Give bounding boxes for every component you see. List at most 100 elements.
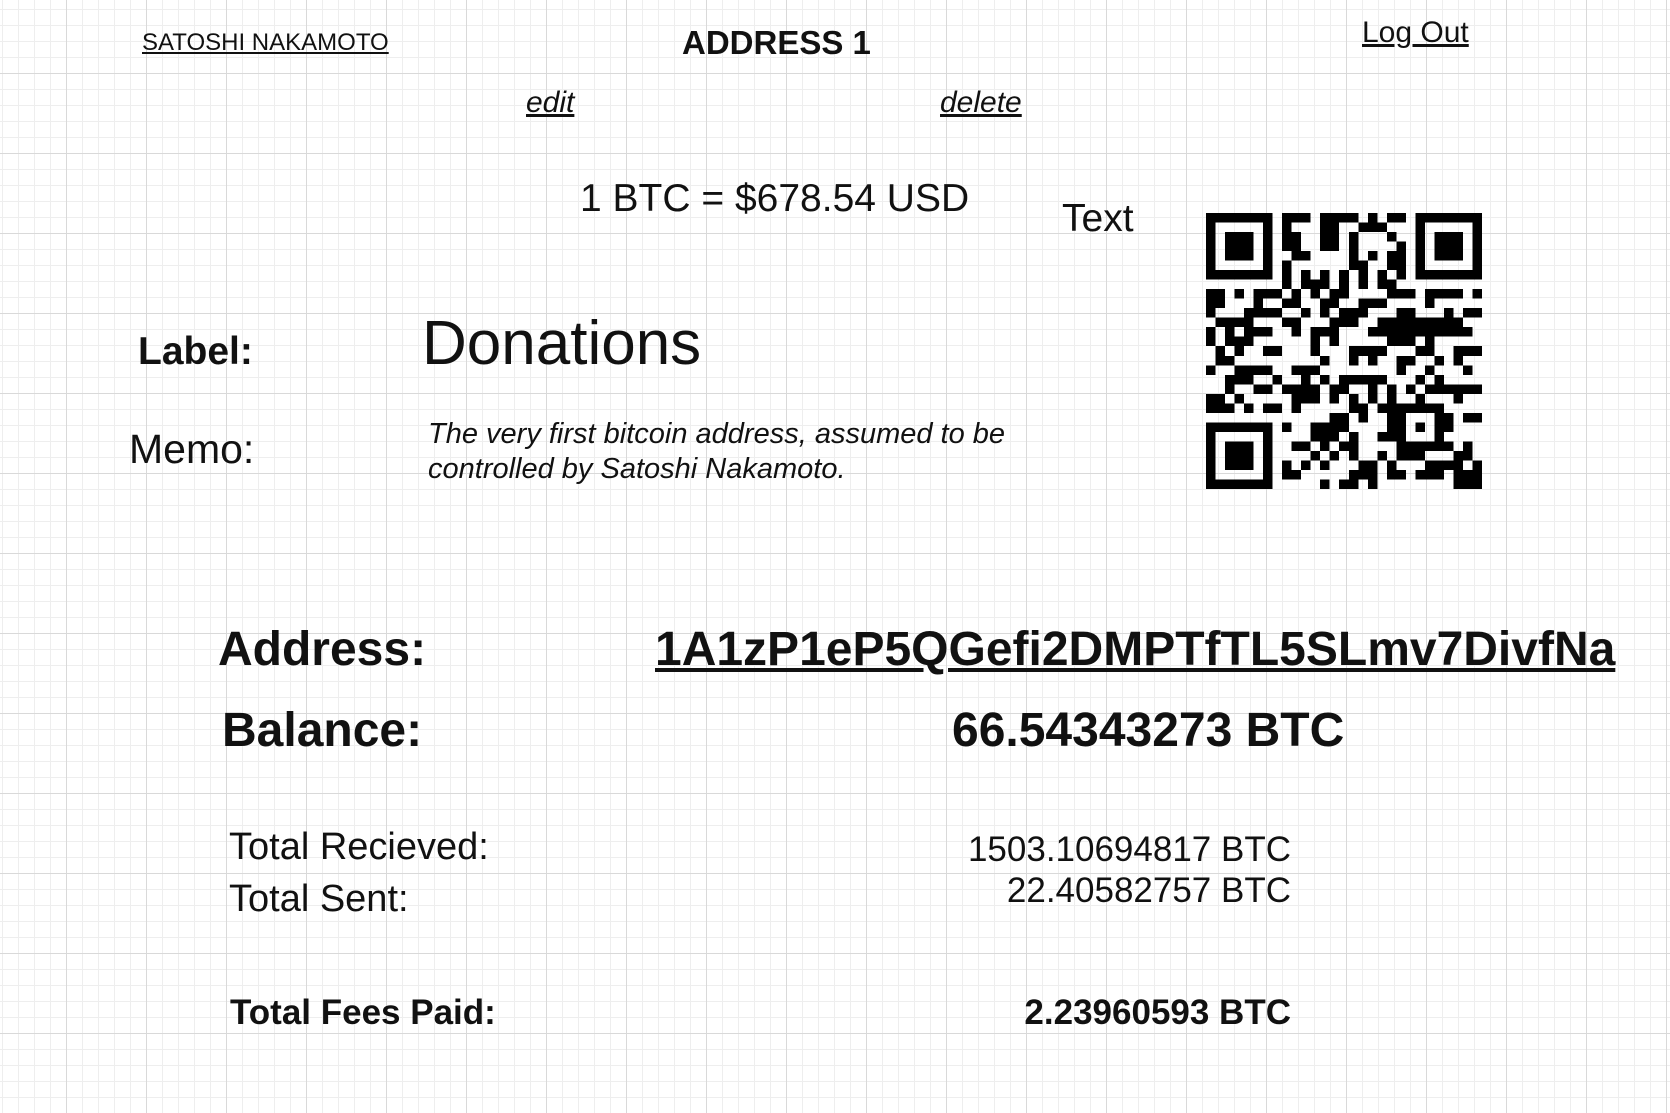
qr-module (1358, 403, 1368, 413)
qr-module (1453, 241, 1463, 252)
qr-module (1301, 213, 1311, 223)
qr-module (1424, 213, 1435, 223)
qr-module (1244, 450, 1254, 461)
qr-module (1263, 403, 1273, 413)
qr-module (1386, 412, 1397, 423)
qr-module (1339, 441, 1349, 451)
qr-module (1282, 298, 1292, 309)
qr-module (1462, 270, 1473, 280)
total-received-value: 1503.10694817 BTC (967, 830, 1291, 869)
qr-module (1472, 289, 1482, 299)
qr-module (1329, 450, 1340, 461)
qr-module (1272, 289, 1283, 299)
qr-module (1443, 384, 1454, 394)
qr-module (1415, 441, 1425, 451)
qr-module (1386, 336, 1397, 347)
qr-module (1329, 393, 1340, 404)
qr-module (1386, 260, 1397, 271)
qr-module (1253, 213, 1264, 223)
logout-link[interactable]: Log Out (1362, 16, 1469, 50)
qr-module (1424, 365, 1435, 375)
qr-module (1253, 422, 1264, 432)
qr-module (1405, 289, 1416, 299)
edit-link[interactable]: edit (526, 86, 574, 120)
total-fees-value: 2.23960593 BTC (1024, 993, 1291, 1032)
qr-module (1434, 412, 1444, 423)
qr-module (1453, 270, 1463, 280)
delete-link[interactable]: delete (940, 86, 1022, 120)
address-link[interactable]: 1A1zP1eP5QGefi2DMPTfTL5SLmv7DivfNa (655, 622, 1615, 677)
qr-module (1472, 412, 1482, 423)
qr-module (1282, 460, 1292, 470)
qr-module (1434, 241, 1444, 252)
qr-module (1244, 327, 1254, 337)
qr-module (1215, 289, 1226, 299)
qr-module (1339, 270, 1349, 280)
qr-module (1225, 374, 1235, 385)
qr-module (1329, 317, 1340, 328)
qr-module (1396, 241, 1406, 252)
qr-module (1462, 450, 1473, 461)
qr-module (1234, 317, 1245, 328)
qr-module (1358, 469, 1368, 480)
qr-module (1472, 346, 1482, 356)
qr-module (1225, 422, 1235, 432)
qr-module (1472, 460, 1482, 470)
qr-module (1206, 422, 1216, 432)
qr-module (1472, 270, 1482, 280)
qr-module (1339, 213, 1349, 223)
qr-module (1320, 270, 1330, 280)
qr-module (1367, 298, 1378, 309)
qr-module (1206, 336, 1216, 347)
qr-module (1244, 251, 1254, 261)
qr-module (1253, 298, 1264, 309)
qr-module (1272, 346, 1283, 356)
balance-key: Balance: (222, 704, 423, 757)
qr-module (1453, 251, 1463, 261)
qr-module (1415, 422, 1425, 432)
qr-module (1206, 222, 1216, 233)
qr-module (1339, 374, 1349, 385)
qr-module (1244, 403, 1254, 413)
qr-module (1206, 460, 1216, 470)
qr-module (1263, 460, 1273, 470)
qr-module (1348, 317, 1359, 328)
qr-module (1244, 365, 1254, 375)
label-value: Donations (422, 309, 702, 378)
label-key: Label: (138, 330, 253, 373)
qr-module (1377, 327, 1387, 337)
qr-module (1234, 346, 1245, 356)
qr-module (1377, 270, 1387, 280)
qr-module (1215, 346, 1226, 356)
qr-code-graphic (1206, 213, 1482, 489)
qr-module (1310, 450, 1321, 461)
qr-module (1206, 298, 1216, 309)
qr-module (1272, 308, 1283, 318)
qr-module (1244, 374, 1254, 385)
qr-module (1263, 241, 1273, 252)
qr-module (1424, 298, 1435, 309)
page-title: ADDRESS 1 (682, 24, 871, 61)
qr-module (1320, 308, 1330, 318)
qr-module (1225, 479, 1235, 489)
qr-module (1253, 479, 1264, 489)
qr-module (1348, 232, 1359, 242)
qr-module (1263, 431, 1273, 442)
qr-module (1206, 260, 1216, 271)
qr-module (1443, 308, 1454, 318)
qr-module (1443, 270, 1454, 280)
user-name-link[interactable]: SATOSHI NAKAMOTO (142, 29, 389, 57)
qr-module (1263, 346, 1273, 356)
qr-module (1291, 469, 1302, 480)
qr-module (1301, 308, 1311, 318)
qr-module (1234, 393, 1245, 404)
qr-module (1415, 393, 1425, 404)
qr-module (1215, 298, 1226, 309)
qr-module (1367, 479, 1378, 489)
qr-module (1263, 422, 1273, 432)
qr-module (1206, 393, 1216, 404)
qr-module (1263, 251, 1273, 261)
qr-module (1225, 241, 1235, 252)
qr-module (1462, 441, 1473, 451)
qr-module (1291, 213, 1302, 223)
